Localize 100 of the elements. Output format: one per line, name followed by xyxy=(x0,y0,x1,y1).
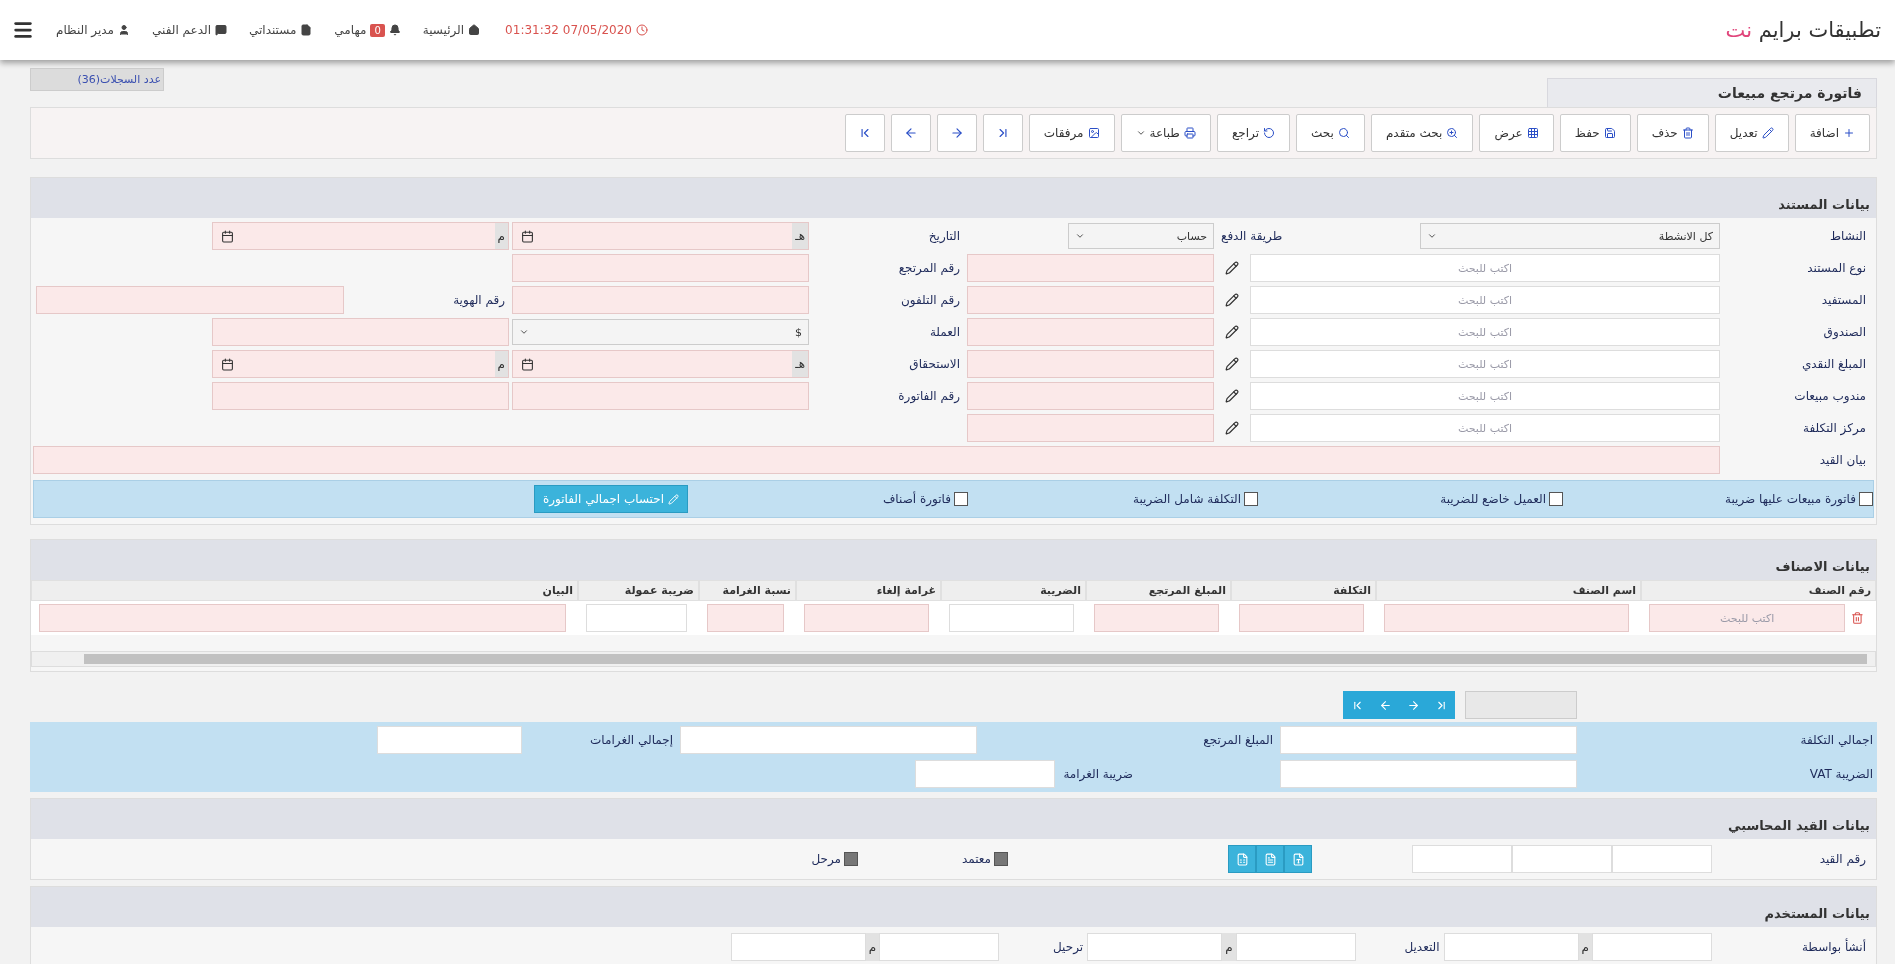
page-field[interactable] xyxy=(1465,691,1577,719)
first-button[interactable] xyxy=(982,114,1023,152)
pencil-icon[interactable] xyxy=(1225,325,1239,339)
payment-select[interactable]: حساب xyxy=(1068,223,1214,249)
toolbar-button[interactable]: تراجع xyxy=(1216,114,1291,152)
entry-field[interactable] xyxy=(1412,845,1512,873)
total-field[interactable] xyxy=(680,726,977,754)
field-label: المبلغ النقدي xyxy=(1800,357,1867,371)
toolbar-button[interactable]: حذف xyxy=(1636,114,1709,152)
text-field[interactable] xyxy=(967,350,1214,378)
search-field[interactable]: اكتب للبحث xyxy=(1649,604,1846,632)
user-field[interactable] xyxy=(879,933,1000,961)
date-field[interactable]: هـ xyxy=(512,222,809,250)
nav-link[interactable]: مدير النظام xyxy=(56,23,131,37)
text-field[interactable] xyxy=(967,286,1214,314)
field-label: طريقة الدفع xyxy=(1220,229,1284,243)
total-field[interactable] xyxy=(1280,726,1577,754)
toolbar-button[interactable]: عرض xyxy=(1479,114,1554,152)
column-header: الضريبة xyxy=(941,580,1086,601)
entry-field[interactable] xyxy=(1512,845,1612,873)
table-field[interactable] xyxy=(804,604,929,632)
table-field[interactable] xyxy=(949,604,1074,632)
date-field[interactable]: م xyxy=(212,222,509,250)
field-label: المستفيد xyxy=(1820,293,1867,307)
date-field[interactable]: م xyxy=(212,350,509,378)
total-field[interactable] xyxy=(377,726,522,754)
pencil-icon[interactable] xyxy=(1225,421,1239,435)
word-button[interactable] xyxy=(1256,845,1284,873)
user-field[interactable] xyxy=(730,933,866,961)
total-field[interactable] xyxy=(915,760,1056,788)
table-field[interactable] xyxy=(39,604,566,632)
table-field[interactable] xyxy=(586,604,687,632)
table-field[interactable] xyxy=(1094,604,1219,632)
toolbar-button[interactable]: بحث متقدم xyxy=(1370,114,1474,152)
search-field[interactable]: اكتب للبحث xyxy=(1250,382,1720,410)
toolbar-button[interactable]: طباعة xyxy=(1120,114,1211,152)
text-field[interactable] xyxy=(967,254,1214,282)
table-field[interactable] xyxy=(707,604,784,632)
toolbar-button[interactable]: بحث xyxy=(1296,114,1365,152)
nav-link[interactable]: الدعم الفني xyxy=(152,23,227,37)
pencil-icon[interactable] xyxy=(1225,357,1239,371)
option-checkbox[interactable]: فاتورة مبيعات عليها ضريبة xyxy=(1563,492,1873,506)
search-field[interactable]: اكتب للبحث xyxy=(1250,414,1720,442)
user-field[interactable] xyxy=(1235,933,1356,961)
era-label: م xyxy=(494,223,508,249)
text-field[interactable] xyxy=(512,382,809,410)
field-label: أنشأ بواسطة xyxy=(1800,940,1867,954)
horizontal-scrollbar[interactable] xyxy=(31,651,1876,667)
table-field[interactable] xyxy=(1239,604,1364,632)
entry-field[interactable] xyxy=(1612,845,1712,873)
user-field[interactable] xyxy=(1443,933,1579,961)
text-field[interactable] xyxy=(212,318,509,346)
table-field[interactable] xyxy=(1384,604,1629,632)
nav-link[interactable]: مستنداتي xyxy=(249,23,313,37)
pencil-icon[interactable] xyxy=(1225,389,1239,403)
text-field[interactable] xyxy=(512,286,809,314)
pencil-icon[interactable] xyxy=(1225,261,1239,275)
column-header: البيان xyxy=(31,580,578,601)
next-button[interactable] xyxy=(936,114,977,152)
column-header: اسم الصنف xyxy=(1376,580,1641,601)
memo-field[interactable] xyxy=(33,446,1720,474)
field-label: رقم الفاتورة xyxy=(897,389,961,403)
date-field[interactable]: هـ xyxy=(512,350,809,378)
option-checkbox[interactable]: العميل خاضع للضريبة xyxy=(1258,492,1563,506)
page-tab[interactable]: فاتورة مرتجع مبيعات xyxy=(1547,78,1877,107)
field-label: التعديل xyxy=(1403,940,1441,954)
option-checkbox[interactable]: التكلفة شامل الضريبة xyxy=(968,492,1258,506)
pencil-icon[interactable] xyxy=(1225,293,1239,307)
last-button[interactable] xyxy=(844,114,885,152)
toolbar-button[interactable]: حفظ xyxy=(1559,114,1631,152)
toolbar-button[interactable]: مرفقات xyxy=(1028,114,1115,152)
activity-select[interactable]: كل الانشطة xyxy=(1420,223,1720,249)
nav-link[interactable]: الرئيسية xyxy=(422,23,481,37)
search-field[interactable]: اكتب للبحث xyxy=(1250,286,1720,314)
pdf-button[interactable] xyxy=(1284,845,1312,873)
user-field[interactable] xyxy=(1592,933,1712,961)
excel-button[interactable] xyxy=(1228,845,1256,873)
field-label: إجمالي الغرامات xyxy=(589,733,674,747)
text-field[interactable] xyxy=(212,382,509,410)
search-field[interactable]: اكتب للبحث xyxy=(1250,254,1720,282)
section-title: بيانات الاصناف xyxy=(31,540,1876,580)
column-header: غرامة إلغاء xyxy=(796,580,941,601)
toolbar-button[interactable]: تعديل xyxy=(1714,114,1789,152)
option-checkbox[interactable]: فاتورة أصناف xyxy=(688,492,968,506)
menu-icon[interactable] xyxy=(12,19,34,41)
total-field[interactable] xyxy=(1280,760,1577,788)
previous-button[interactable] xyxy=(890,114,931,152)
text-field[interactable] xyxy=(967,382,1214,410)
search-field[interactable]: اكتب للبحث xyxy=(1250,350,1720,378)
user-field[interactable] xyxy=(1087,933,1223,961)
text-field[interactable] xyxy=(512,254,809,282)
currency-select[interactable]: $ xyxy=(512,319,809,345)
era-label: هـ xyxy=(792,351,808,377)
text-field[interactable] xyxy=(967,318,1214,346)
search-field[interactable]: اكتب للبحث xyxy=(1250,318,1720,346)
text-field[interactable] xyxy=(967,414,1214,442)
text-field[interactable] xyxy=(36,286,344,314)
field-label: ترحيل xyxy=(1052,940,1085,954)
toolbar-button[interactable]: اضافة xyxy=(1794,114,1870,152)
trash-icon[interactable] xyxy=(1851,611,1864,625)
